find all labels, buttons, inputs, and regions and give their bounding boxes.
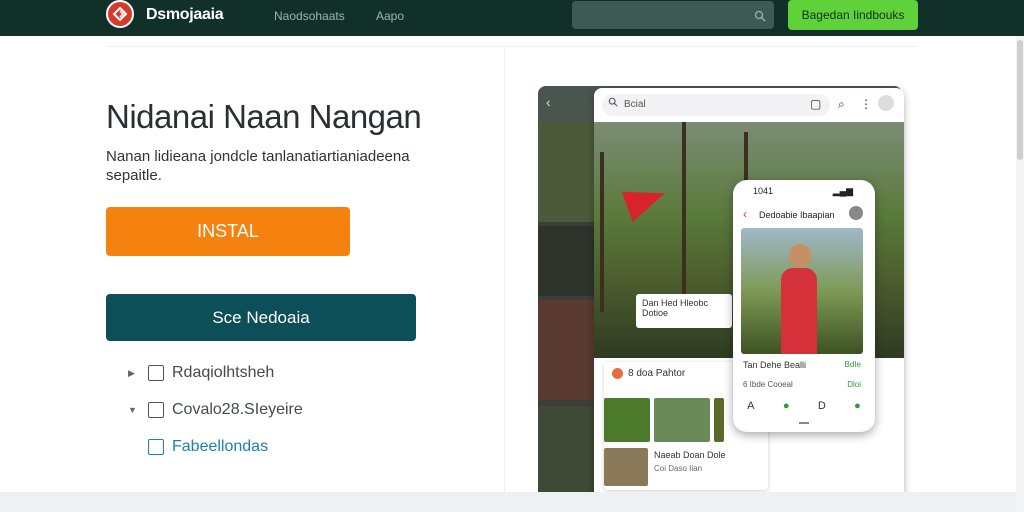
flag-icon xyxy=(621,178,671,222)
divider xyxy=(504,48,505,492)
preview-tile xyxy=(538,300,594,400)
photo-caption: Tan Dehe Bealli xyxy=(743,360,807,370)
bottom-nav: A ● D ● xyxy=(733,400,875,412)
home-icon[interactable]: A xyxy=(747,400,754,412)
top-cta-button[interactable]: Bagedan Iindbouks xyxy=(788,0,918,30)
record-icon[interactable]: ● xyxy=(783,400,790,412)
arrow-right-icon: ▶ xyxy=(128,367,135,378)
page-title: Nidanai Naan Nangan xyxy=(106,98,422,135)
nav-link-2[interactable]: Aapo xyxy=(376,9,404,23)
doc-icon[interactable]: D xyxy=(818,400,826,412)
scrollbar-thumb[interactable] xyxy=(1017,40,1023,160)
nav-link-1[interactable]: Naodsohaats xyxy=(274,9,345,23)
lock-icon: ▢ xyxy=(810,97,822,111)
search-icon[interactable]: ⌕ xyxy=(838,97,845,112)
status-badge: Dloi xyxy=(847,380,861,389)
card-title: 8 doa Pahtor xyxy=(628,368,686,379)
phone-title: Dedoabie Ibaapian xyxy=(759,210,835,220)
status-time: 1041 xyxy=(753,186,774,196)
top-bar: Dsmojaaia Naodsohaats Aapo Bagedan Iindb… xyxy=(0,0,1024,36)
photo-subcaption: 6 Ibde Cooeal xyxy=(743,380,793,389)
image-caption: Dan Hed Hleobc Dotioe xyxy=(636,294,732,328)
chevron-down-icon: ▼ xyxy=(128,405,137,415)
option-label: Rdaqiolhtsheh xyxy=(172,364,275,381)
install-button[interactable]: INSTAL xyxy=(106,207,350,256)
thumbnail[interactable] xyxy=(714,398,724,442)
search-icon xyxy=(754,9,766,27)
avatar[interactable] xyxy=(878,95,894,111)
page-subtitle: Nanan lidieana jondcle tanlanatiartiania… xyxy=(106,148,410,184)
option-label: Covalo28.SIeyeire xyxy=(172,401,303,418)
record-icon[interactable]: ● xyxy=(854,400,861,412)
home-indicator xyxy=(799,422,809,424)
thumbnail[interactable] xyxy=(604,398,650,442)
url-bar[interactable]: Bcial xyxy=(602,94,830,116)
search-icon xyxy=(608,94,618,116)
card-subtext: Coi Daso Iian xyxy=(654,464,703,473)
more-vertical-icon[interactable]: ⋮ xyxy=(860,97,872,111)
option-item[interactable]: ▼ Covalo28.SIeyeire xyxy=(128,401,303,419)
avatar[interactable] xyxy=(849,206,863,220)
back-arrow-icon: ‹ xyxy=(546,94,551,110)
search-input[interactable] xyxy=(572,1,774,29)
back-arrow-icon[interactable]: ‹ xyxy=(743,207,747,221)
record-icon xyxy=(612,368,623,379)
option-item[interactable]: ▶ Rdaqiolhtsheh xyxy=(128,364,274,382)
status-badge: BdIe xyxy=(844,360,861,369)
footer-band xyxy=(0,492,1024,512)
brand-name[interactable]: Dsmojaaia xyxy=(146,6,224,24)
see-more-button[interactable]: Sce Nedoaia xyxy=(106,294,416,341)
phone-preview: 1041 ▂▄▆ ‹ Dedoabie Ibaapian Tan Dehe Be… xyxy=(733,180,875,432)
divider xyxy=(106,46,916,47)
url-text: Bcial xyxy=(624,99,646,110)
checkbox[interactable] xyxy=(148,402,164,418)
phone-photo xyxy=(741,228,863,354)
preview-tile xyxy=(538,122,594,222)
checkbox[interactable] xyxy=(148,365,164,381)
preview-tile xyxy=(538,226,594,296)
thumbnail[interactable] xyxy=(604,448,648,486)
thumbnail[interactable] xyxy=(654,398,710,442)
brand-logo-icon[interactable] xyxy=(106,0,134,28)
scrollbar[interactable] xyxy=(1016,36,1024,512)
checkbox[interactable] xyxy=(148,439,164,455)
option-item[interactable]: Fabeellondas xyxy=(128,438,268,456)
option-label: Fabeellondas xyxy=(172,438,269,455)
signal-icon: ▂▄▆ xyxy=(832,186,853,196)
card-text: Naeab Doan Dole xyxy=(654,450,726,460)
